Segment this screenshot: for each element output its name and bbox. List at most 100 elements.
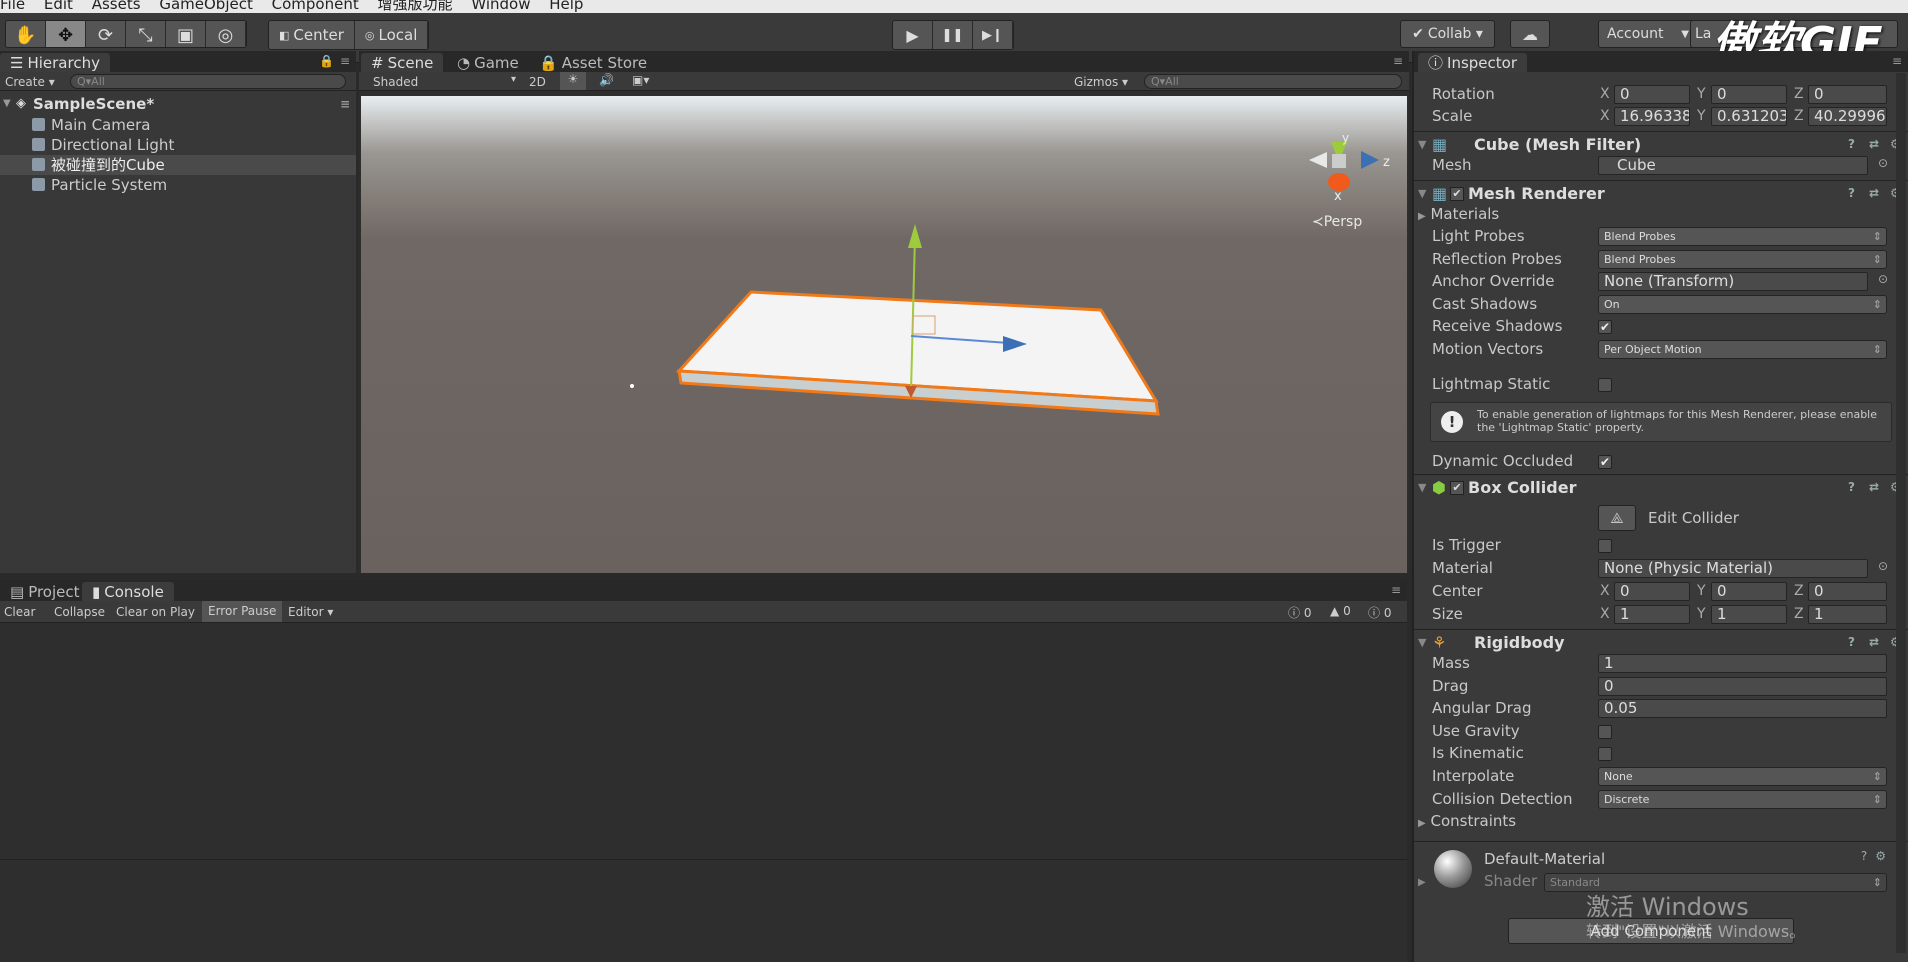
persp-label[interactable]: ≺Persp <box>1312 214 1362 230</box>
enabled-checkbox[interactable]: ✔ <box>1450 187 1464 201</box>
scale-y-field[interactable]: 0.631203 <box>1711 107 1787 126</box>
center-x-field[interactable]: 0 <box>1614 582 1690 601</box>
help-icon[interactable]: ? <box>1861 849 1867 863</box>
drag-field[interactable]: 0 <box>1598 677 1887 696</box>
tab-inspector[interactable]: ⓘ Inspector <box>1418 53 1527 72</box>
menu-assets[interactable]: Assets <box>92 0 141 12</box>
tab-asset-store[interactable]: 🔒 Asset Store <box>529 53 657 72</box>
play-button[interactable]: ▶ <box>893 21 933 49</box>
tab-project[interactable]: ▤ Project <box>0 582 90 601</box>
tab-hierarchy[interactable]: ☰ Hierarchy <box>0 53 110 72</box>
hierarchy-search-input[interactable]: Q▾All <box>70 74 346 89</box>
use-gravity-checkbox[interactable] <box>1598 725 1612 739</box>
mesh-field[interactable]: Cube <box>1598 156 1868 175</box>
error-count[interactable]: ⓘ 0 <box>1288 604 1311 621</box>
step-button[interactable]: ▶❙ <box>973 21 1013 49</box>
gear-icon[interactable]: ⚙ <box>1875 849 1886 863</box>
box-collider-header[interactable]: ▼ ⬢ ✔ Box Collider ?⇄⚙ <box>1414 474 1908 500</box>
size-y-field[interactable]: 1 <box>1711 605 1787 624</box>
preset-icon[interactable]: ⇄ <box>1869 186 1883 200</box>
pause-button[interactable]: ❚❚ <box>933 21 973 49</box>
panel-menu-icon[interactable]: ≡ <box>340 54 350 68</box>
expand-arrow-icon[interactable]: ▼ <box>3 94 11 114</box>
light-probes-dropdown[interactable]: Blend Probes <box>1598 227 1887 246</box>
effects-toggle-icon[interactable]: ▣▾ <box>632 73 649 87</box>
cast-shadows-dropdown[interactable]: On <box>1598 295 1887 314</box>
transform-tool-icon[interactable]: ◎ <box>206 21 246 47</box>
collapse-arrow-icon[interactable]: ▼ <box>1418 475 1426 501</box>
size-z-field[interactable]: 1 <box>1808 605 1887 624</box>
object-picker-icon[interactable]: ⊙ <box>1878 156 1888 170</box>
scale-tool-icon[interactable]: ⤡ <box>126 21 166 47</box>
preset-icon[interactable]: ⇄ <box>1869 635 1883 649</box>
rigidbody-header[interactable]: ▼ ⚘ Rigidbody ?⇄⚙ <box>1414 629 1908 655</box>
pivot-center-button[interactable]: ◧ Center <box>269 21 355 49</box>
foldout-arrow-icon[interactable]: ▶ <box>1418 877 1426 888</box>
collapse-button[interactable]: Collapse <box>54 605 105 619</box>
center-z-field[interactable]: 0 <box>1808 582 1887 601</box>
rotate-tool-icon[interactable]: ⟳ <box>86 21 126 47</box>
create-dropdown[interactable]: Create ▾ <box>5 75 55 89</box>
help-icon[interactable]: ? <box>1848 635 1862 649</box>
lock-icon[interactable]: 🔒 <box>319 54 334 68</box>
cloud-button[interactable]: ☁ <box>1510 20 1550 48</box>
help-icon[interactable]: ? <box>1848 480 1862 494</box>
help-icon[interactable]: ? <box>1848 186 1862 200</box>
orient-cube[interactable] <box>1332 154 1346 168</box>
constraints-foldout[interactable]: ▶ Constraints <box>1418 811 1516 831</box>
menu-edit[interactable]: Edit <box>44 0 73 12</box>
account-dropdown[interactable]: Account ▼ <box>1598 20 1696 48</box>
scale-x-field[interactable]: 16.96338 <box>1614 107 1690 126</box>
mass-field[interactable]: 1 <box>1598 654 1887 673</box>
interpolate-dropdown[interactable]: None <box>1598 767 1887 786</box>
rotation-y-field[interactable]: 0 <box>1711 85 1787 104</box>
pivot-local-button[interactable]: ◎ Local <box>354 21 429 49</box>
center-y-field[interactable]: 0 <box>1711 582 1787 601</box>
size-x-field[interactable]: 1 <box>1614 605 1690 624</box>
tab-game[interactable]: ◔ Game <box>447 53 529 72</box>
object-picker-icon[interactable]: ⊙ <box>1878 559 1888 573</box>
reflection-probes-dropdown[interactable]: Blend Probes <box>1598 250 1887 269</box>
edit-collider-button[interactable]: ⟁ <box>1598 505 1636 531</box>
message-count[interactable]: ⓘ 0 <box>1368 604 1391 621</box>
scene-menu-icon[interactable]: ≡ <box>340 94 350 114</box>
rect-tool-icon[interactable]: ▣ <box>166 21 206 47</box>
hierarchy-item[interactable]: Main Camera <box>0 115 356 135</box>
light-toggle-icon[interactable]: ☀ <box>560 72 586 90</box>
hierarchy-item[interactable]: Particle System <box>0 175 356 195</box>
collapse-arrow-icon[interactable]: ▼ <box>1418 132 1426 158</box>
tab-console[interactable]: ▮ Console <box>82 582 174 601</box>
collision-detection-dropdown[interactable]: Discrete <box>1598 790 1887 809</box>
move-tool-icon[interactable]: ✥ <box>46 21 86 47</box>
error-pause-button[interactable]: Error Pause <box>202 601 283 622</box>
mode-2d-toggle[interactable]: 2D <box>529 75 546 89</box>
is-trigger-checkbox[interactable] <box>1598 539 1612 553</box>
panel-menu-icon[interactable]: ≡ <box>1391 583 1401 597</box>
rotation-x-field[interactable]: 0 <box>1614 85 1690 104</box>
editor-dropdown[interactable]: Editor ▾ <box>288 605 333 619</box>
hand-tool-icon[interactable]: ✋ <box>6 21 46 47</box>
angular-drag-field[interactable]: 0.05 <box>1598 699 1887 718</box>
audio-toggle-icon[interactable]: 🔊 <box>599 73 614 87</box>
tab-scene[interactable]: # Scene <box>361 53 444 72</box>
clear-button[interactable]: Clear <box>4 605 35 619</box>
materials-foldout[interactable]: ▶ Materials <box>1418 204 1499 224</box>
receive-shadows-checkbox[interactable]: ✔ <box>1598 320 1612 334</box>
preset-icon[interactable]: ⇄ <box>1869 137 1883 151</box>
collab-button[interactable]: ✔ Collab ▾ <box>1400 20 1495 48</box>
mesh-filter-header[interactable]: ▼ ▦ Cube (Mesh Filter) ?⇄⚙ <box>1414 131 1908 157</box>
dynamic-occluded-checkbox[interactable]: ✔ <box>1598 455 1612 469</box>
warning-count[interactable]: ▲ 0 <box>1330 604 1351 618</box>
panel-menu-icon[interactable]: ≡ <box>1393 54 1403 68</box>
scale-z-field[interactable]: 40.29996 <box>1808 107 1887 126</box>
menu-help[interactable]: Help <box>549 0 583 12</box>
menu-enhanced[interactable]: 增强版功能 <box>378 0 453 12</box>
panel-menu-icon[interactable]: ≡ <box>1892 54 1902 68</box>
hierarchy-item-selected[interactable]: 被碰撞到的Cube <box>0 155 356 175</box>
clear-on-play-button[interactable]: Clear on Play <box>116 605 195 619</box>
help-icon[interactable]: ? <box>1848 137 1862 151</box>
object-picker-icon[interactable]: ⊙ <box>1878 272 1888 286</box>
menu-file[interactable]: File <box>0 0 25 12</box>
collapse-arrow-icon[interactable]: ▼ <box>1418 630 1426 656</box>
material-field[interactable]: None (Physic Material) <box>1598 559 1868 578</box>
